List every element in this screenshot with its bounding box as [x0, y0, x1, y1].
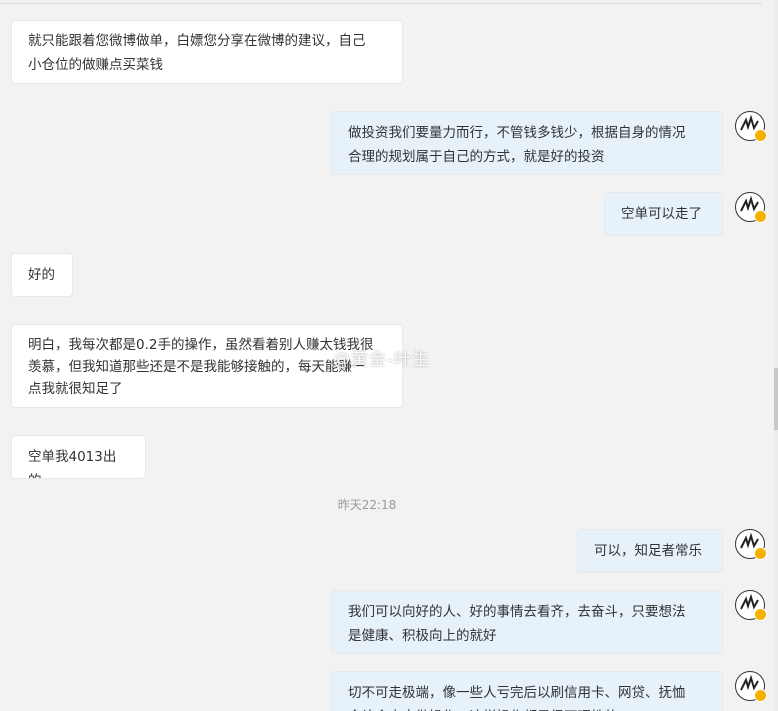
- user-avatar-icon[interactable]: [735, 111, 767, 142]
- watermark: @黄金-叶生: [333, 350, 431, 370]
- user-avatar-icon[interactable]: [735, 529, 767, 560]
- message-bubble: 我们可以向好的人、好的事情去看齐，去奋斗，只要想法 是健康、积极向上的就好: [332, 591, 722, 653]
- message-bubble: 空单我4013出的: [12, 436, 145, 478]
- message-bubble: 可以，知足者常乐: [578, 530, 722, 572]
- timestamp: 昨天22:18: [337, 498, 397, 512]
- user-avatar-icon[interactable]: [735, 192, 767, 223]
- scrollbar-thumb[interactable]: [774, 368, 778, 430]
- top-divider: [0, 3, 762, 4]
- verified-badge-icon: [754, 547, 767, 560]
- message-bubble: 就只能跟着您微博做单，白嫖您分享在微博的建议，自己 小仓位的做赚点买菜钱: [12, 21, 402, 83]
- verified-badge-icon: [754, 608, 767, 621]
- verified-badge-icon: [754, 689, 767, 702]
- message-bubble: 切不可走极端，像一些人亏完后以刷信用卡、网贷、抚恤 金补仓来去做操作，这样操作都…: [332, 672, 722, 711]
- message-bubble: 做投资我们要量力而行，不管钱多钱少，根据自身的情况 合理的规划属于自己的方式，就…: [332, 112, 722, 174]
- scrollbar-track[interactable]: [774, 0, 778, 711]
- message-bubble: 好的: [12, 254, 72, 296]
- user-avatar-icon[interactable]: [735, 671, 767, 702]
- message-bubble: 空单可以走了: [605, 193, 722, 235]
- verified-badge-icon: [754, 129, 767, 142]
- verified-badge-icon: [754, 210, 767, 223]
- user-avatar-icon[interactable]: [735, 590, 767, 621]
